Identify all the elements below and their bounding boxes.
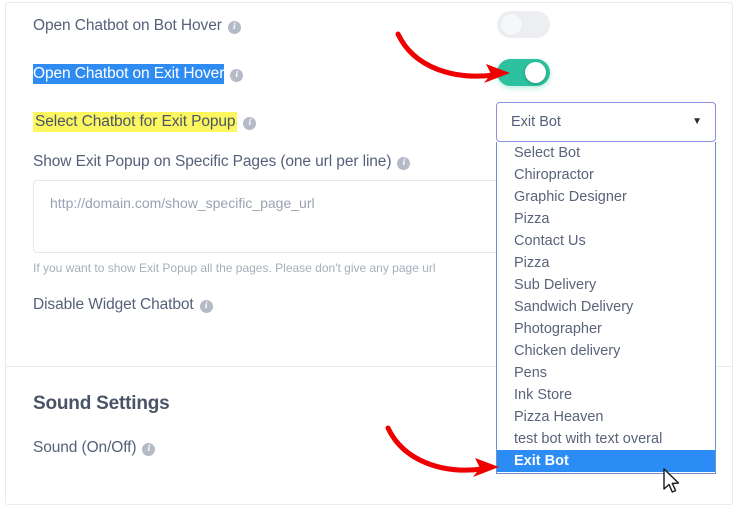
info-icon[interactable]: i [230, 69, 244, 82]
dropdown-option[interactable]: Pizza Heaven [497, 406, 715, 428]
dropdown-option[interactable]: Chicken delivery [497, 340, 715, 362]
dropdown-option[interactable]: Ink Store [497, 384, 715, 406]
label-text: Show Exit Popup on Specific Pages (one u… [33, 153, 392, 170]
dropdown-option[interactable]: Contact Us [497, 230, 715, 252]
info-icon[interactable]: i [142, 443, 156, 456]
chatbot-select-value: Exit Bot [511, 114, 561, 130]
dropdown-option[interactable]: Chiropractor [497, 164, 715, 186]
toggle-knob [501, 14, 522, 35]
dropdown-option[interactable]: Select Bot [497, 142, 715, 164]
label-show-exit-popup-on-specific-pages: Show Exit Popup on Specific Pages (one u… [33, 152, 411, 172]
label-select-chatbot-for-exit-popup: Select Chatbot for Exit Popup i [33, 112, 257, 132]
label-text: Open Chatbot on Exit Hover [33, 64, 225, 84]
dropdown-option[interactable]: Pens [497, 362, 715, 384]
url-helper-text: If you want to show Exit Popup all the p… [33, 261, 436, 275]
dropdown-option[interactable]: Sandwich Delivery [497, 296, 715, 318]
info-icon[interactable]: i [227, 21, 241, 34]
toggle-open-chatbot-on-bot-hover[interactable] [497, 11, 550, 38]
label-open-chatbot-on-bot-hover: Open Chatbot on Bot Hover i [33, 16, 241, 36]
info-icon[interactable]: i [243, 117, 257, 130]
label-disable-widget-chatbot: Disable Widget Chatbot i [33, 295, 213, 315]
mouse-cursor [663, 468, 680, 493]
label-text: Disable Widget Chatbot [33, 296, 194, 313]
dropdown-option[interactable]: Pizza [497, 208, 715, 230]
dropdown-option[interactable]: Sub Delivery [497, 274, 715, 296]
dropdown-option[interactable]: test bot with text overal [497, 428, 715, 450]
label-text: Select Chatbot for Exit Popup [33, 112, 238, 132]
toggle-open-chatbot-on-exit-hover[interactable] [497, 59, 550, 86]
chevron-down-icon: ▼ [692, 116, 702, 127]
info-icon[interactable]: i [199, 300, 213, 313]
specific-pages-url-input[interactable] [33, 180, 507, 253]
sound-settings-title: Sound Settings [33, 393, 170, 414]
dropdown-option[interactable]: Photographer [497, 318, 715, 340]
label-open-chatbot-on-exit-hover: Open Chatbot on Exit Hover i [33, 64, 244, 84]
dropdown-option[interactable]: Exit Bot [497, 450, 715, 472]
info-icon[interactable]: i [397, 157, 411, 170]
label-sound-on-off: Sound (On/Off) i [33, 438, 156, 458]
screenshot-root: Open Chatbot on Bot Hover i Open Chatbot … [0, 0, 735, 507]
chatbot-select[interactable]: Exit Bot ▼ [496, 102, 716, 142]
dropdown-option[interactable]: Graphic Designer [497, 186, 715, 208]
toggle-knob [525, 62, 546, 83]
chatbot-select-dropdown[interactable]: Select Bot Chiropractor Graphic Designer Pi… [496, 142, 716, 474]
label-text: Open Chatbot on Bot Hover [33, 17, 222, 34]
label-text: Sound (On/Off) [33, 439, 137, 456]
dropdown-option[interactable]: Pizza [497, 252, 715, 274]
